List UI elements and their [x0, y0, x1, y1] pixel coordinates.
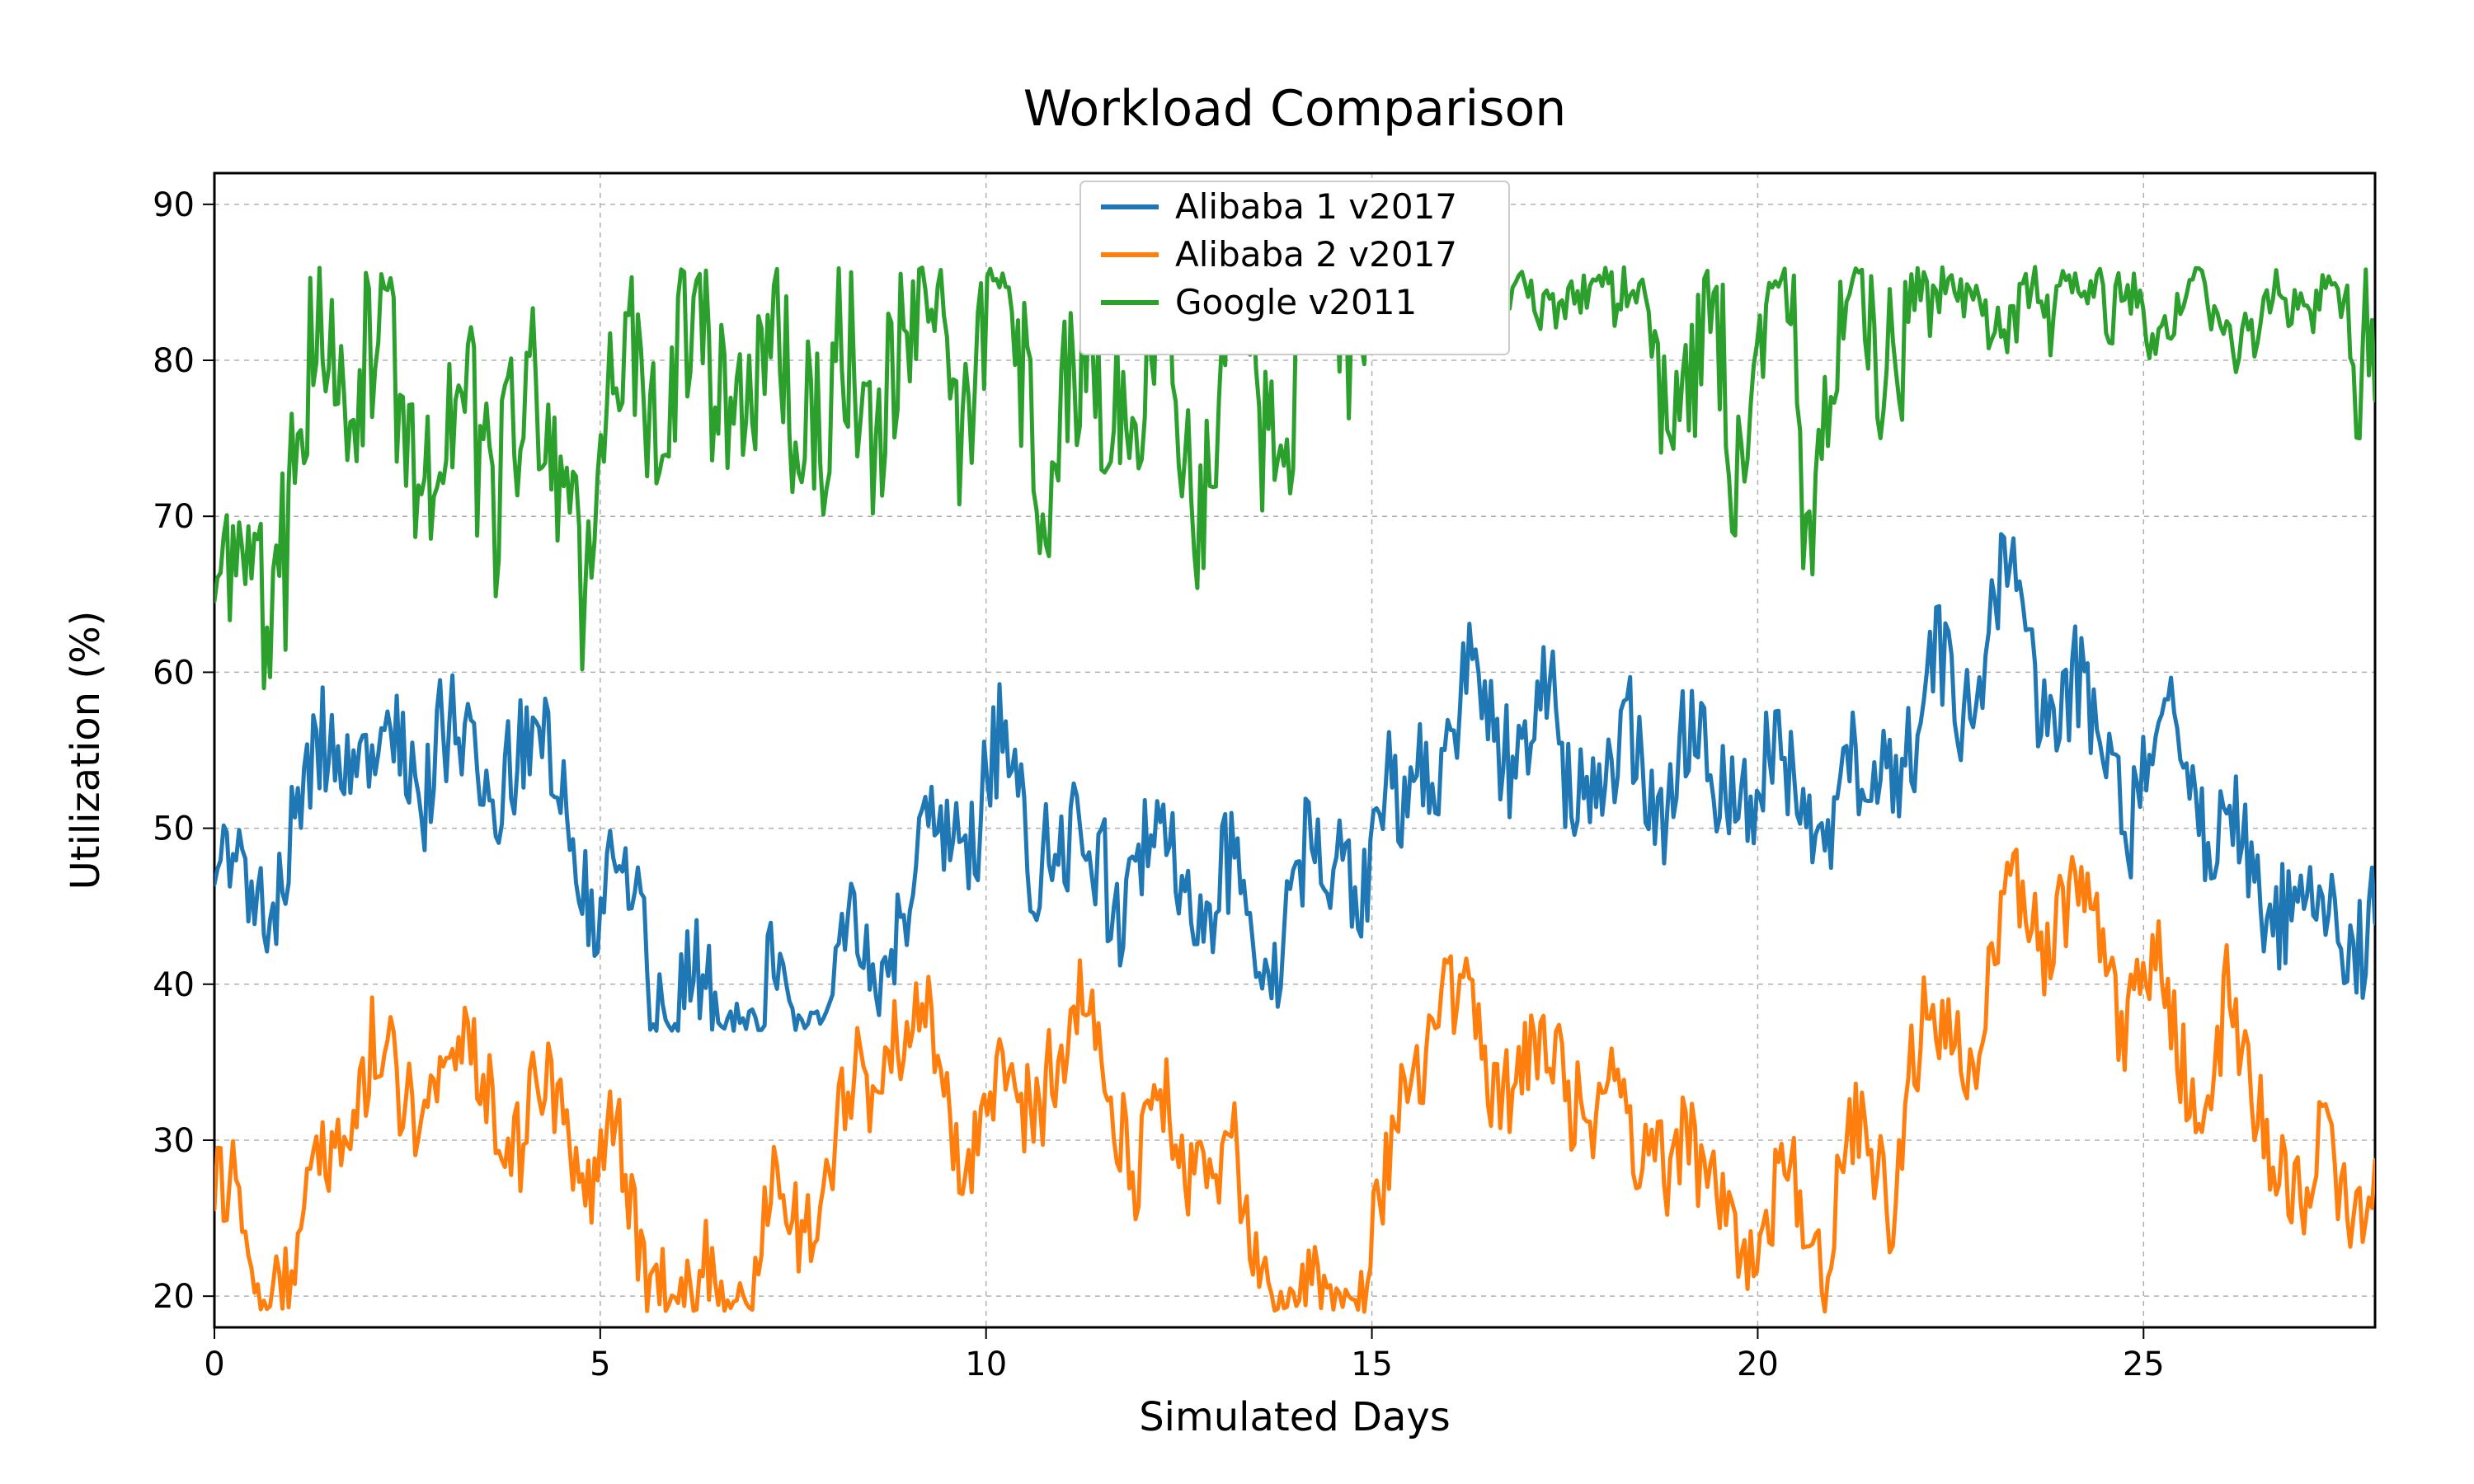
y-tick-label: 60 [153, 654, 195, 692]
x-tick-label: 10 [965, 1345, 1007, 1383]
x-tick-label: 15 [1351, 1345, 1393, 1383]
y-axis-label: Utilization (%) [63, 611, 109, 890]
y-tick-label: 90 [153, 186, 195, 224]
y-tick-label: 70 [153, 498, 195, 536]
legend: Alibaba 1 v2017 Alibaba 2 v2017 Google v20… [1080, 181, 1509, 355]
y-tick-label: 50 [153, 810, 195, 848]
y-tick-label: 30 [153, 1122, 195, 1160]
legend-item-label: Google v2011 [1175, 282, 1417, 322]
x-tick-label: 5 [590, 1345, 610, 1383]
x-tick-label: 0 [204, 1345, 224, 1383]
x-tick-label: 25 [2123, 1345, 2165, 1383]
chart-container: 0 5 10 15 20 25 20 30 40 50 60 70 80 90 Workload Compa… [0, 0, 2474, 1484]
chart-svg: 0 5 10 15 20 25 20 30 40 50 60 70 80 90 Workload Compa… [0, 0, 2474, 1484]
y-tick-label: 80 [153, 342, 195, 380]
x-tick-label: 20 [1737, 1345, 1779, 1383]
y-tick-label: 20 [153, 1278, 195, 1316]
legend-item-label: Alibaba 2 v2017 [1175, 234, 1457, 275]
legend-item-label: Alibaba 1 v2017 [1175, 186, 1457, 227]
chart-title: Workload Comparison [1023, 80, 1566, 138]
y-tick-label: 40 [153, 966, 195, 1004]
x-axis-label: Simulated Days [1139, 1394, 1451, 1440]
